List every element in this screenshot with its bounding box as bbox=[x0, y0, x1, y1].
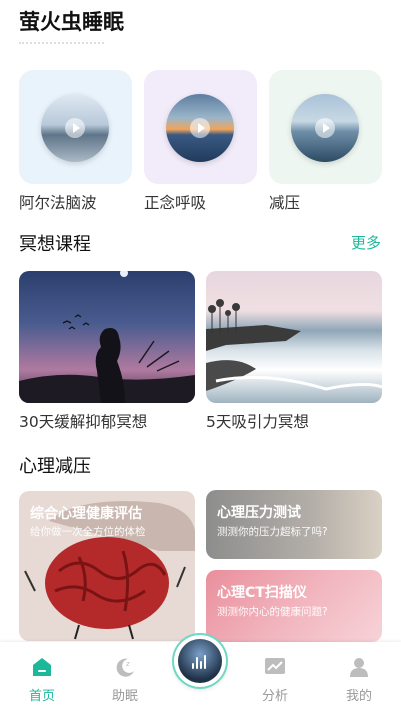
nav-item-sleep[interactable]: z 助眠 bbox=[95, 642, 155, 713]
feature-label-alpha[interactable]: 阿尔法脑波 bbox=[19, 191, 97, 213]
sound-wave-icon bbox=[178, 639, 222, 683]
tile-psych-ct-scan[interactable]: 心理CT扫描仪 测测你内心的健康问题? bbox=[206, 570, 382, 642]
tile-subtitle: 给你做一次全方位的体检 bbox=[30, 526, 146, 538]
play-icon bbox=[65, 118, 85, 138]
play-icon bbox=[315, 118, 335, 138]
nav-label: 我的 bbox=[345, 689, 372, 704]
tile-title: 综合心理健康评估 bbox=[30, 506, 142, 522]
nav-label: 首页 bbox=[28, 689, 55, 704]
course-silhouette-image bbox=[19, 271, 195, 403]
tile-stress-test[interactable]: 心理压力测试 测测你的压力超标了吗? bbox=[206, 490, 382, 559]
course-card-depression[interactable] bbox=[19, 271, 195, 403]
course-seaside-image bbox=[206, 299, 382, 391]
feature-thumbnail bbox=[291, 94, 359, 162]
tile-title: 心理压力测试 bbox=[217, 505, 301, 521]
relief-section-title: 心理减压 bbox=[19, 456, 91, 477]
home-icon bbox=[33, 658, 51, 676]
nav-item-home[interactable]: 首页 bbox=[12, 642, 72, 713]
feature-label-breath[interactable]: 正念呼吸 bbox=[144, 191, 206, 213]
course-label-attraction[interactable]: 5天吸引力冥想 bbox=[206, 410, 309, 432]
nav-label: 助眠 bbox=[111, 689, 138, 704]
chart-icon bbox=[265, 658, 285, 674]
page-title: 萤火虫睡眠 bbox=[19, 10, 124, 34]
tile-subtitle: 测测你内心的健康问题? bbox=[217, 606, 328, 618]
feature-label-stress[interactable]: 减压 bbox=[269, 191, 300, 213]
nav-item-profile[interactable]: 我的 bbox=[329, 642, 389, 713]
more-link[interactable]: 更多 bbox=[351, 232, 381, 253]
center-play-button[interactable] bbox=[174, 635, 226, 687]
user-icon bbox=[350, 658, 368, 677]
svg-text:z: z bbox=[126, 660, 130, 668]
feature-card-breath[interactable] bbox=[144, 70, 257, 184]
feature-thumbnail bbox=[41, 94, 109, 162]
meditation-section-title: 冥想课程 bbox=[19, 234, 91, 255]
tile-title: 心理CT扫描仪 bbox=[217, 585, 307, 601]
header-divider bbox=[19, 42, 104, 50]
play-icon bbox=[190, 118, 210, 138]
course-card-attraction[interactable] bbox=[206, 271, 382, 403]
tile-mental-health-assessment[interactable]: 综合心理健康评估 给你做一次全方位的体检 bbox=[19, 491, 195, 641]
tile-subtitle: 测测你的压力超标了吗? bbox=[217, 526, 328, 538]
nav-item-analysis[interactable]: 分析 bbox=[245, 642, 305, 713]
feature-thumbnail bbox=[166, 94, 234, 162]
nav-label: 分析 bbox=[261, 689, 288, 704]
feature-card-alpha[interactable] bbox=[19, 70, 132, 184]
course-label-depression[interactable]: 30天缓解抑郁冥想 bbox=[19, 410, 147, 432]
feature-card-stress[interactable] bbox=[269, 70, 382, 184]
moon-icon: z bbox=[116, 658, 134, 677]
